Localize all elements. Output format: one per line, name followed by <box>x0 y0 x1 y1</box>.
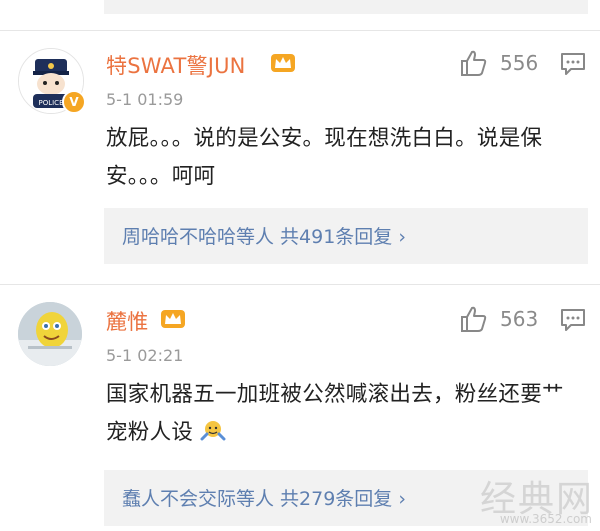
like-count: 556 <box>500 51 539 75</box>
watermark-url: www.3652.com <box>499 512 592 526</box>
sponge-avatar-icon <box>18 302 82 366</box>
svg-text:POLICE: POLICE <box>38 99 63 107</box>
comment-text: 国家机器五一加班被公然喊滚出去，粉丝还要艹宠粉人设 <box>106 376 576 452</box>
thumbs-up-icon[interactable] <box>458 304 488 334</box>
divider <box>0 284 600 285</box>
thumbs-up-icon[interactable] <box>458 48 488 78</box>
like-count: 563 <box>500 307 539 331</box>
comment-icon[interactable] <box>560 52 586 76</box>
crown-icon <box>161 310 185 328</box>
comment-icon[interactable] <box>560 308 586 332</box>
comment-time: 5-1 01:59 <box>106 90 184 109</box>
comment-text-content: 国家机器五一加班被公然喊滚出去，粉丝还要艹宠粉人设 <box>106 382 564 445</box>
crown-icon <box>271 54 295 72</box>
username[interactable]: 特SWAT警JUN <box>106 50 246 80</box>
verified-badge-icon: V <box>62 90 86 114</box>
avatar[interactable] <box>18 302 82 366</box>
divider <box>0 30 600 31</box>
reply-summary-link[interactable]: 周哈哈不哈哈等人 共491条回复 › <box>122 222 406 249</box>
username[interactable]: 麓惟 <box>106 306 148 336</box>
reply-summary-link[interactable]: 蠢人不会交际等人 共279条回复 › <box>122 484 406 511</box>
emoji-icon <box>200 421 226 441</box>
previous-reply-box-edge <box>104 0 588 14</box>
reply-summary-box[interactable]: 周哈哈不哈哈等人 共491条回复 › <box>104 208 588 264</box>
comment-time: 5-1 02:21 <box>106 346 184 365</box>
comment-text: 放屁。。。说的是公安。现在想洗白白。说是保安。。。呵呵 <box>106 126 543 189</box>
